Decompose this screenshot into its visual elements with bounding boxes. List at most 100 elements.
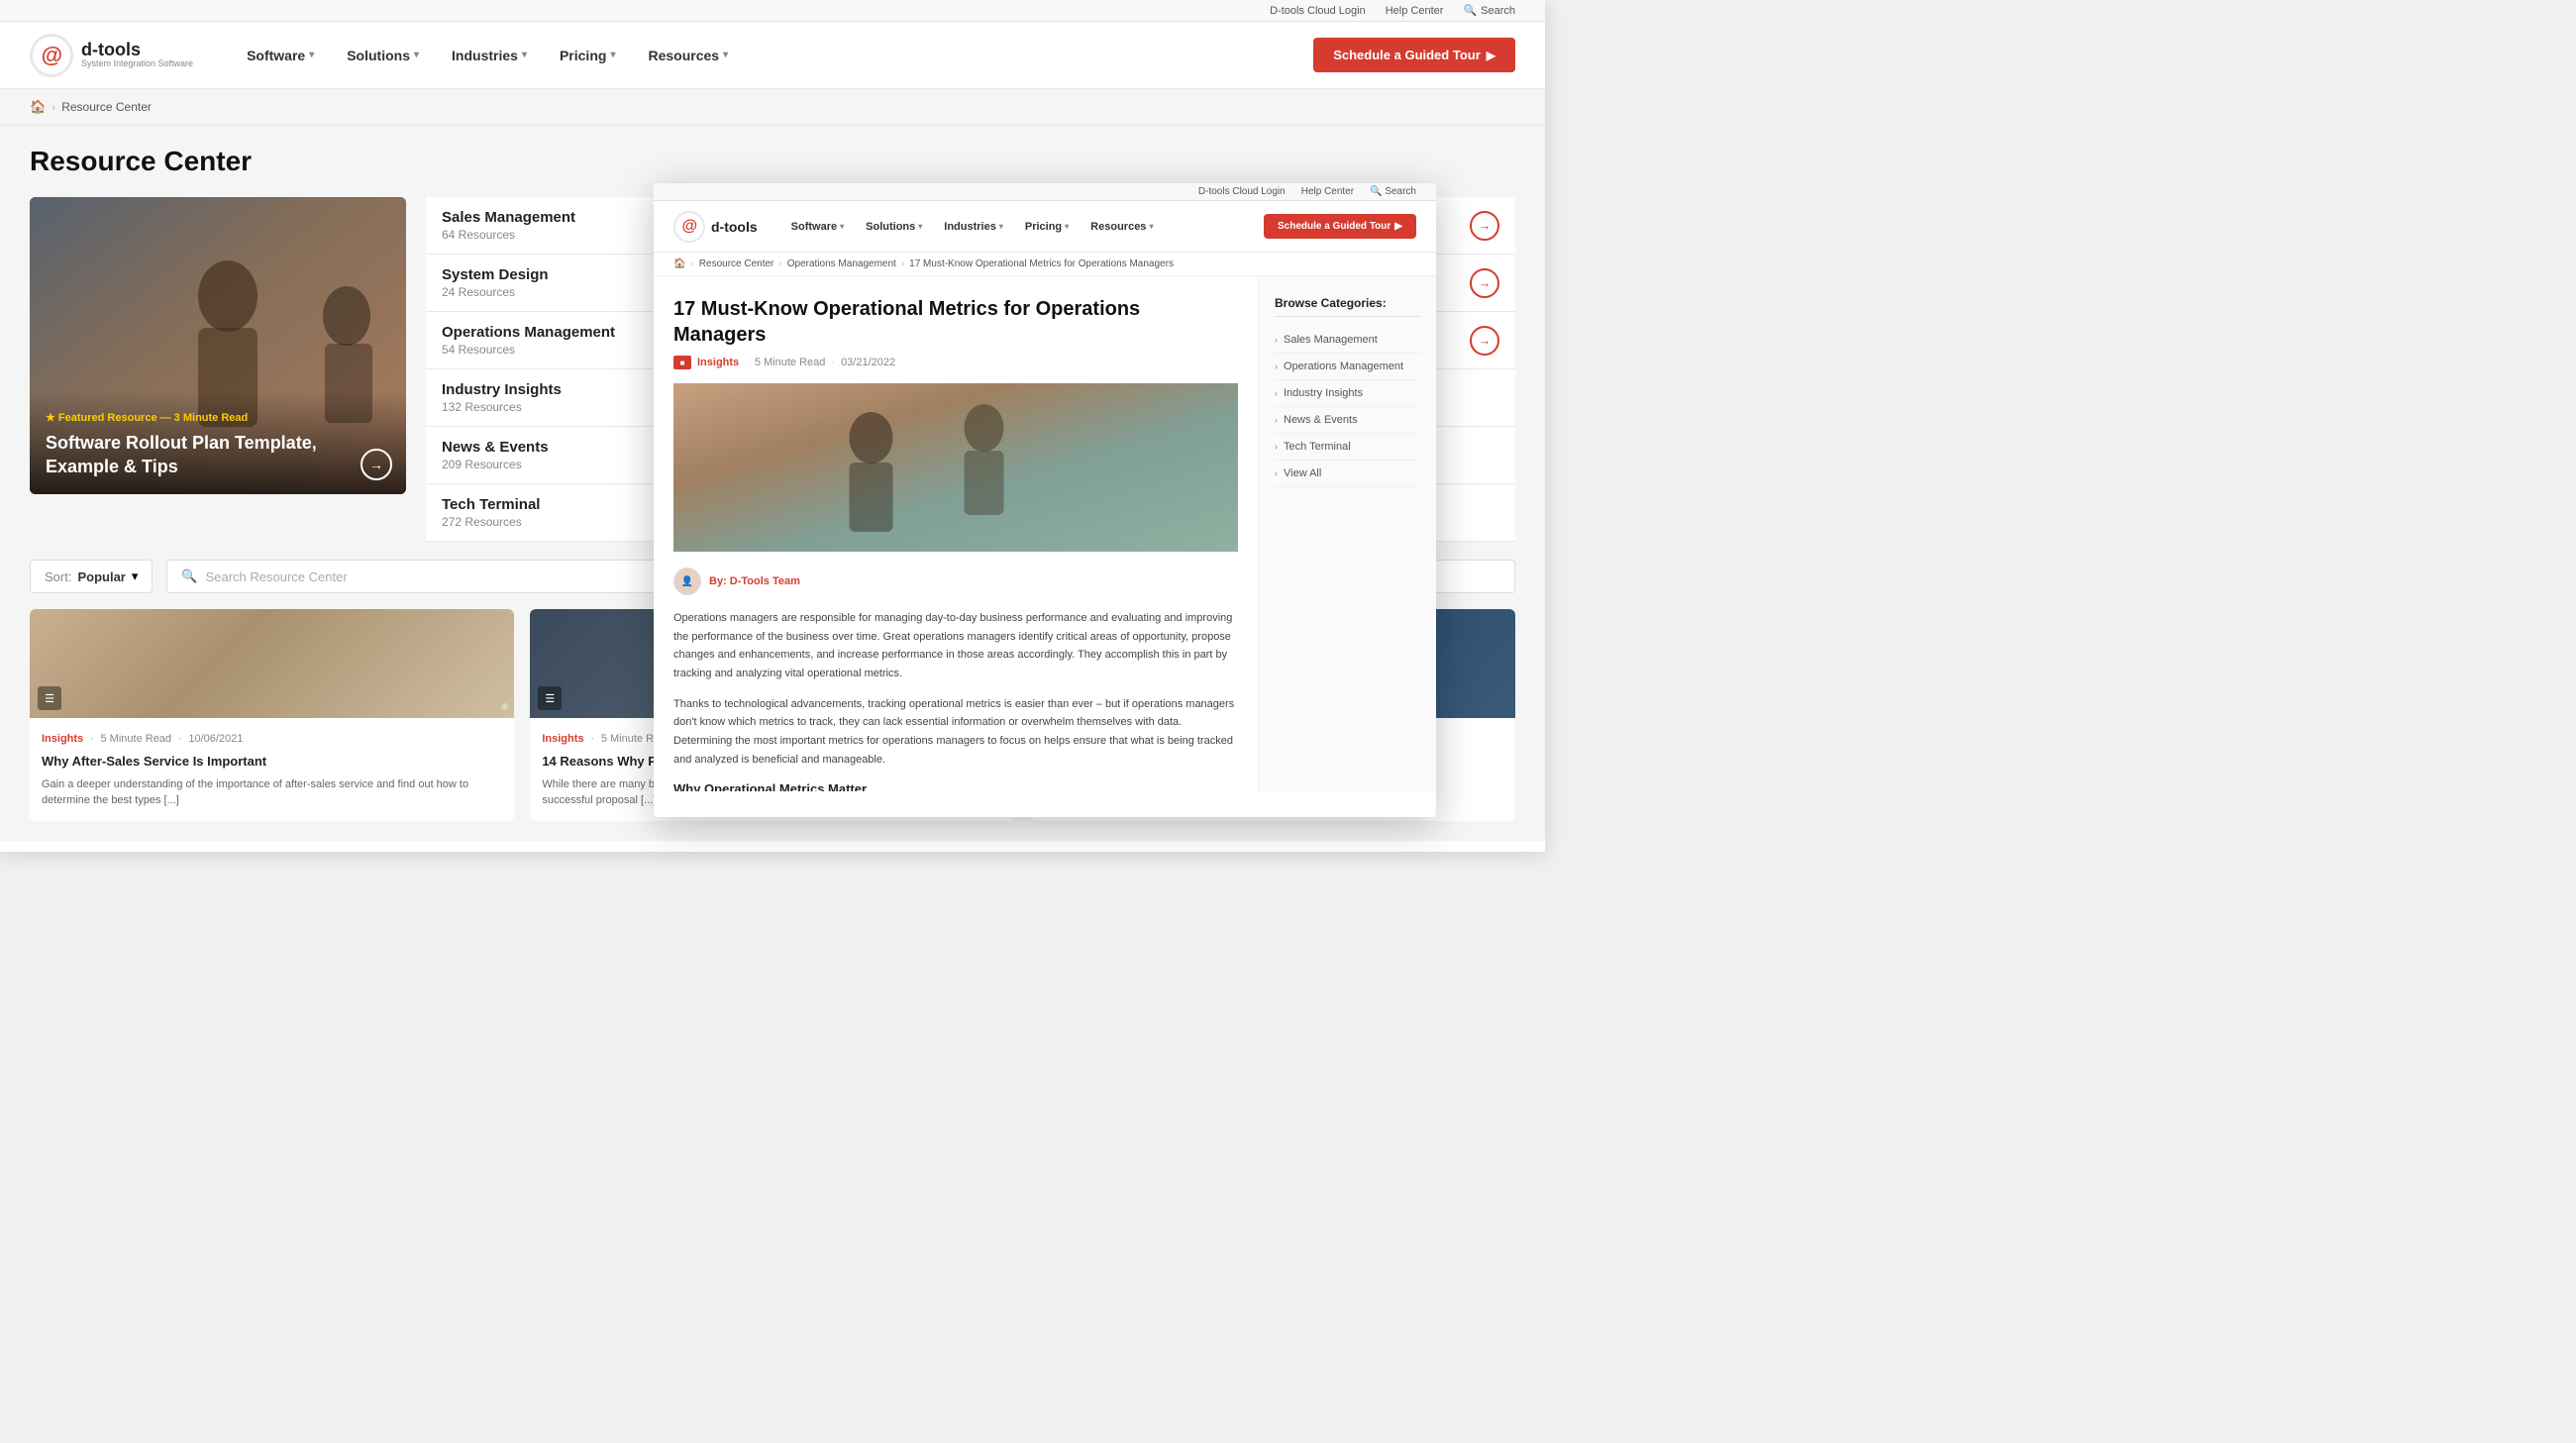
overlay-window: D-tools Cloud Login Help Center 🔍 Search… xyxy=(654,183,1436,817)
overlay-nav-items: Software ▾ Solutions ▾ Industries ▾ Pric… xyxy=(781,215,1264,239)
logo-subtitle: System Integration Software xyxy=(81,59,193,69)
chevron-down-icon: ▾ xyxy=(309,50,314,60)
home-icon[interactable]: 🏠 xyxy=(673,258,685,269)
logo-name: d-tools xyxy=(81,41,193,60)
breadcrumb-separator: › xyxy=(690,258,693,269)
breadcrumb-separator: › xyxy=(52,100,55,114)
chevron-down-icon: ▾ xyxy=(1065,222,1069,231)
nav-software[interactable]: Software ▾ xyxy=(233,40,328,71)
sidebar-item-operations-management[interactable]: › Operations Management xyxy=(1275,354,1420,380)
category-count: 64 Resources xyxy=(442,228,575,242)
category-name: Sales Management xyxy=(442,209,575,226)
ov-bc-resource-center[interactable]: Resource Center xyxy=(699,258,774,269)
featured-arrow-button[interactable]: → xyxy=(361,449,392,480)
main-nav: @ d-tools System Integration Software So… xyxy=(0,22,1545,89)
nav-pricing[interactable]: Pricing ▾ xyxy=(546,40,630,71)
article-hero-image xyxy=(673,383,1238,552)
arrow-icon: ▶ xyxy=(1487,49,1495,62)
search-util[interactable]: 🔍 Search xyxy=(1463,4,1515,17)
chevron-down-icon: ▾ xyxy=(414,50,419,60)
page-title: Resource Center xyxy=(30,146,1515,177)
overlay-content: 17 Must-Know Operational Metrics for Ope… xyxy=(654,276,1436,791)
breadcrumb: 🏠 › Resource Center xyxy=(0,89,1545,126)
article-author: 👤 By: D-Tools Team xyxy=(673,567,1238,595)
chevron-down-icon: ▾ xyxy=(840,222,844,231)
chevron-down-icon: ▾ xyxy=(999,222,1003,231)
article-body-2: Thanks to technological advancements, tr… xyxy=(673,695,1238,770)
article-icon: ☰ xyxy=(538,686,562,710)
sidebar-item-view-all[interactable]: › View All xyxy=(1275,461,1420,487)
overlay-main: 17 Must-Know Operational Metrics for Ope… xyxy=(654,276,1258,791)
sort-button[interactable]: Sort: Popular ▾ xyxy=(30,560,153,593)
ov-nav-industries[interactable]: Industries ▾ xyxy=(934,215,1013,239)
chevron-down-icon: ▾ xyxy=(918,222,922,231)
ov-cloud-login[interactable]: D-tools Cloud Login xyxy=(1198,186,1286,197)
article-meta: ■ Insights · 5 Minute Read · 03/21/2022 xyxy=(673,356,1238,369)
chevron-right-icon: › xyxy=(1275,468,1278,478)
article-image-1: ☰ ⊕ xyxy=(30,609,514,718)
ov-nav-resources[interactable]: Resources ▾ xyxy=(1081,215,1163,239)
nav-industries[interactable]: Industries ▾ xyxy=(438,40,541,71)
card-body-1: Insights · 5 Minute Read · 10/06/2021 Wh… xyxy=(30,718,514,821)
featured-overlay: ★ Featured Resource — 3 Minute Read Soft… xyxy=(30,391,406,494)
cloud-login-link[interactable]: D-tools Cloud Login xyxy=(1270,5,1366,17)
search-icon: 🔍 xyxy=(1463,4,1477,17)
category-arrow-icon: → xyxy=(1470,211,1499,241)
ov-help-center[interactable]: Help Center xyxy=(1301,186,1354,197)
ov-nav-pricing[interactable]: Pricing ▾ xyxy=(1015,215,1079,239)
home-icon[interactable]: 🏠 xyxy=(30,99,46,115)
featured-badge: ★ Featured Resource — 3 Minute Read xyxy=(46,411,390,424)
ov-nav-solutions[interactable]: Solutions ▾ xyxy=(856,215,932,239)
chevron-right-icon: › xyxy=(1275,361,1278,371)
sidebar-item-tech-terminal[interactable]: › Tech Terminal xyxy=(1275,434,1420,461)
breadcrumb-resource-center[interactable]: Resource Center xyxy=(61,100,152,114)
overlay-sidebar: Browse Categories: › Sales Management › … xyxy=(1258,276,1436,791)
article-title: 17 Must-Know Operational Metrics for Ope… xyxy=(673,296,1238,348)
search-placeholder: Search Resource Center xyxy=(206,569,348,584)
overlay-schedule-tour-button[interactable]: Schedule a Guided Tour ▶ xyxy=(1264,214,1416,239)
logo-text: d-tools System Integration Software xyxy=(81,41,193,70)
ov-bc-ops-mgmt[interactable]: Operations Management xyxy=(787,258,896,269)
read-time: 5 Minute Read xyxy=(101,733,172,745)
featured-resource[interactable]: ★ Featured Resource — 3 Minute Read Soft… xyxy=(30,197,406,494)
article-excerpt: Gain a deeper understanding of the impor… xyxy=(42,776,502,809)
article-tag: Insights xyxy=(542,733,583,745)
chevron-down-icon: ▾ xyxy=(522,50,527,60)
overlay-logo[interactable]: @ d-tools xyxy=(673,211,758,243)
overlay-logo-d-icon: @ xyxy=(681,218,697,236)
chevron-down-icon: ▾ xyxy=(723,50,728,60)
overlay-utility-bar: D-tools Cloud Login Help Center 🔍 Search xyxy=(654,183,1436,201)
article-icon: ☰ xyxy=(38,686,61,710)
nav-resources[interactable]: Resources ▾ xyxy=(634,40,742,71)
ov-nav-software[interactable]: Software ▾ xyxy=(781,215,854,239)
arrow-icon: ▶ xyxy=(1394,221,1402,232)
article-card-1[interactable]: ☰ ⊕ Insights · 5 Minute Read · 10/06/202… xyxy=(30,609,514,821)
sort-value: Popular xyxy=(77,569,125,584)
help-center-link[interactable]: Help Center xyxy=(1386,5,1444,17)
featured-title: Software Rollout Plan Template, Example … xyxy=(46,432,390,478)
article-tag: Insights xyxy=(42,733,83,745)
logo-d-icon: @ xyxy=(41,43,61,68)
chevron-down-icon: ▾ xyxy=(132,568,139,584)
sidebar-item-news-events[interactable]: › News & Events xyxy=(1275,407,1420,434)
article-tag-link[interactable]: Insights xyxy=(697,357,739,368)
dtools-badge: ⊕ xyxy=(501,701,509,712)
schedule-tour-button[interactable]: Schedule a Guided Tour ▶ xyxy=(1313,38,1515,72)
category-arrow-icon: → xyxy=(1470,268,1499,298)
sort-label: Sort: xyxy=(45,569,71,584)
chevron-right-icon: › xyxy=(1275,415,1278,425)
article-date: 10/06/2021 xyxy=(188,733,243,745)
ov-search-util[interactable]: 🔍 Search xyxy=(1370,186,1416,197)
chevron-right-icon: › xyxy=(1275,335,1278,345)
search-icon: 🔍 xyxy=(1370,186,1382,197)
author-name: By: D-Tools Team xyxy=(709,575,800,587)
sidebar-item-sales-management[interactable]: › Sales Management xyxy=(1275,327,1420,354)
article-date: 03/21/2022 xyxy=(841,357,895,368)
logo[interactable]: @ d-tools System Integration Software xyxy=(30,34,193,77)
sidebar-item-industry-insights[interactable]: › Industry Insights xyxy=(1275,380,1420,407)
overlay-logo-circle: @ xyxy=(673,211,705,243)
article-body-1: Operations managers are responsible for … xyxy=(673,609,1238,683)
category-arrow-icon: → xyxy=(1470,326,1499,356)
nav-solutions[interactable]: Solutions ▾ xyxy=(333,40,433,71)
sidebar-title: Browse Categories: xyxy=(1275,296,1420,317)
